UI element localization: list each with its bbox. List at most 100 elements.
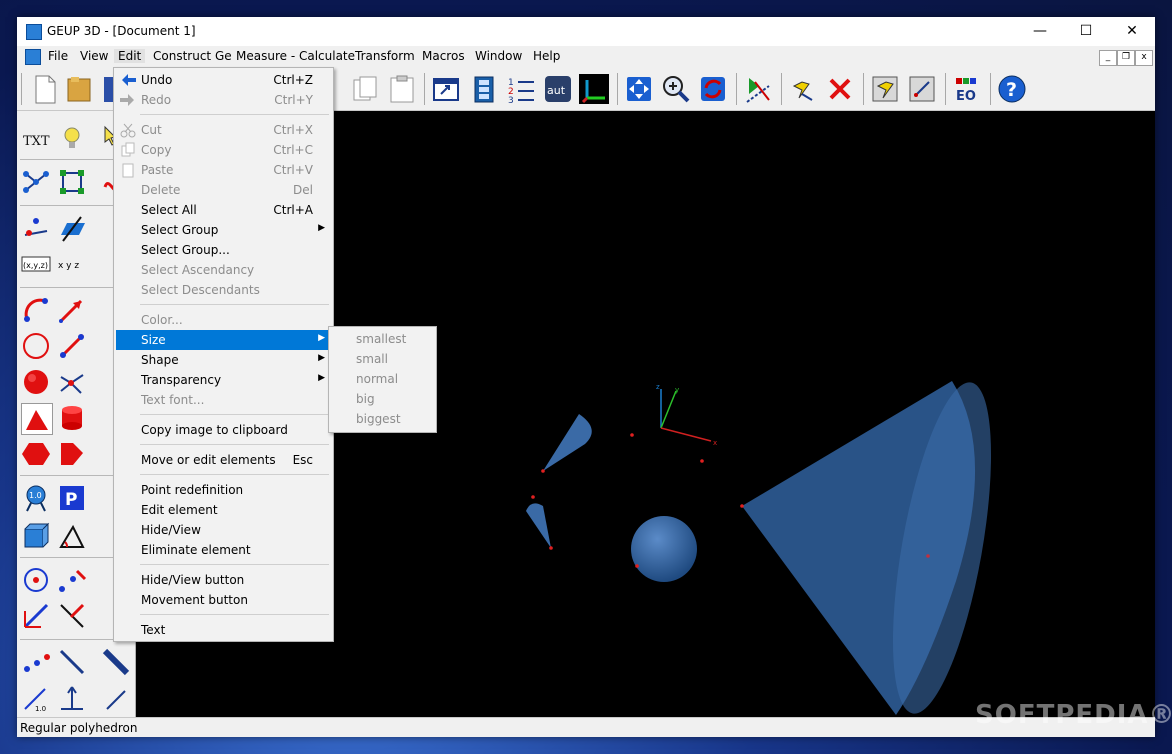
- menu-size[interactable]: Size ▶: [116, 330, 331, 350]
- menu-help[interactable]: Help: [529, 49, 564, 63]
- menu-select-ascendancy[interactable]: Select Ascendancy: [116, 260, 331, 280]
- angle-measure-icon[interactable]: [57, 521, 87, 551]
- polyline-tool-icon[interactable]: [21, 167, 51, 197]
- menu-redo[interactable]: Redo Ctrl+Y: [116, 90, 331, 110]
- menu-edit-element[interactable]: Edit element: [116, 500, 331, 520]
- minimize-button[interactable]: —: [1017, 17, 1063, 46]
- size-normal[interactable]: normal: [356, 372, 398, 386]
- parameter-icon[interactable]: P: [57, 483, 87, 513]
- segment-tool-icon[interactable]: [57, 331, 87, 361]
- menu-hide-view-button[interactable]: Hide/View button: [116, 570, 331, 590]
- numbered-list-icon[interactable]: 123: [506, 74, 536, 104]
- sphere[interactable]: [631, 516, 697, 582]
- point[interactable]: [549, 546, 553, 550]
- hexagon-tool-icon[interactable]: [21, 439, 51, 469]
- move-view-icon[interactable]: [624, 74, 654, 104]
- small-cone-upper[interactable]: [543, 414, 592, 471]
- menu-point-redefinition[interactable]: Point redefinition: [116, 480, 331, 500]
- triangle-dims-icon[interactable]: [57, 683, 87, 713]
- menu-select-descendants[interactable]: Select Descendants: [116, 280, 331, 300]
- size-big[interactable]: big: [356, 392, 375, 406]
- menu-color[interactable]: Color...: [116, 310, 331, 330]
- dotted-line-icon[interactable]: [21, 647, 51, 677]
- auto-icon[interactable]: aut: [543, 74, 573, 104]
- new-document-icon[interactable]: [30, 74, 60, 104]
- polyhedron-tool-icon[interactable]: [57, 439, 87, 469]
- copy-icon[interactable]: [350, 74, 380, 104]
- point[interactable]: [630, 433, 634, 437]
- point[interactable]: [531, 495, 535, 499]
- menu-cut[interactable]: Cut Ctrl+X: [116, 120, 331, 140]
- measure-badge-icon[interactable]: 1.0: [21, 483, 51, 513]
- text-tool-icon[interactable]: TXT: [21, 123, 51, 153]
- animate-icon[interactable]: [743, 74, 773, 104]
- line-tool-icon[interactable]: [57, 647, 87, 677]
- point-projection-icon[interactable]: [21, 213, 51, 243]
- xyz-coordinates-icon[interactable]: x y z: [57, 249, 87, 279]
- menu-eliminate-element[interactable]: Eliminate element: [116, 540, 331, 560]
- menu-transform[interactable]: Transform: [351, 49, 419, 63]
- cube-value-icon[interactable]: [21, 521, 51, 551]
- menu-view[interactable]: View: [76, 49, 112, 63]
- circle-center-icon[interactable]: [21, 565, 51, 595]
- menu-movement-button[interactable]: Movement button: [116, 590, 331, 610]
- light-edit-icon[interactable]: [870, 74, 900, 104]
- plane-point-icon[interactable]: [57, 213, 87, 243]
- sphere-tool-icon[interactable]: [21, 367, 51, 397]
- delete-x-icon[interactable]: [825, 74, 855, 104]
- point[interactable]: [700, 459, 704, 463]
- open-folder-icon[interactable]: [65, 74, 95, 104]
- help-icon[interactable]: ?: [997, 74, 1027, 104]
- network-tool-icon[interactable]: [57, 367, 87, 397]
- menu-measure[interactable]: Measure - Calculate: [232, 49, 359, 63]
- menu-paste[interactable]: Paste Ctrl+V: [116, 160, 331, 180]
- document-icon[interactable]: [25, 49, 41, 65]
- circle-tool-icon[interactable]: [21, 331, 51, 361]
- mdi-close-button[interactable]: x: [1135, 50, 1153, 66]
- rotate-view-icon[interactable]: [698, 74, 728, 104]
- vector-tool-icon[interactable]: [57, 295, 87, 325]
- more-tools-icon[interactable]: [101, 683, 131, 713]
- menu-window[interactable]: Window: [471, 49, 526, 63]
- arc-tool-icon[interactable]: [21, 295, 51, 325]
- menu-macros[interactable]: Macros: [418, 49, 469, 63]
- point[interactable]: [635, 564, 639, 568]
- menu-edit[interactable]: Edit: [114, 49, 146, 63]
- select-highlight-icon[interactable]: [788, 74, 818, 104]
- menu-copy[interactable]: Copy Ctrl+C: [116, 140, 331, 160]
- menu-undo[interactable]: Undo Ctrl+Z: [116, 70, 331, 90]
- cylinder-tool-icon[interactable]: [57, 403, 87, 433]
- paste-icon[interactable]: [387, 74, 417, 104]
- small-cone-lower[interactable]: [526, 503, 551, 548]
- thick-line-icon[interactable]: [101, 647, 131, 677]
- film-strip-icon[interactable]: [469, 74, 499, 104]
- zoom-icon[interactable]: [661, 74, 691, 104]
- point[interactable]: [926, 554, 930, 558]
- menu-text-font[interactable]: Text font...: [116, 390, 331, 410]
- polygon-tool-icon[interactable]: [57, 167, 87, 197]
- point[interactable]: [541, 469, 545, 473]
- coordinates-box-icon[interactable]: (x,y,z): [21, 249, 51, 279]
- menu-transparency[interactable]: Transparency ▶: [116, 370, 331, 390]
- axes-toggle-icon[interactable]: [579, 74, 609, 104]
- cross-lines-icon[interactable]: [57, 601, 87, 631]
- menu-construct[interactable]: Construct Ge: [149, 49, 236, 63]
- maximize-button[interactable]: ☐: [1063, 17, 1109, 46]
- close-button[interactable]: ✕: [1109, 17, 1155, 46]
- menu-move-edit[interactable]: Move or edit elements Esc: [116, 450, 331, 470]
- size-smallest[interactable]: smallest: [356, 332, 406, 346]
- window-frame-icon[interactable]: [431, 74, 461, 104]
- points-line-icon[interactable]: [57, 565, 87, 595]
- mdi-minimize-button[interactable]: _: [1099, 50, 1117, 66]
- mdi-restore-button[interactable]: ❐: [1117, 50, 1135, 66]
- axes-arrow-icon[interactable]: [21, 601, 51, 631]
- eo-colors-icon[interactable]: EO: [952, 74, 982, 104]
- prism-tool-icon[interactable]: [21, 403, 53, 435]
- menu-delete[interactable]: Delete Del: [116, 180, 331, 200]
- point[interactable]: [740, 504, 744, 508]
- menu-copy-image[interactable]: Copy image to clipboard: [116, 420, 331, 440]
- menu-file[interactable]: File: [44, 49, 72, 63]
- size-biggest[interactable]: biggest: [356, 412, 401, 426]
- menu-shape[interactable]: Shape ▶: [116, 350, 331, 370]
- size-small[interactable]: small: [356, 352, 388, 366]
